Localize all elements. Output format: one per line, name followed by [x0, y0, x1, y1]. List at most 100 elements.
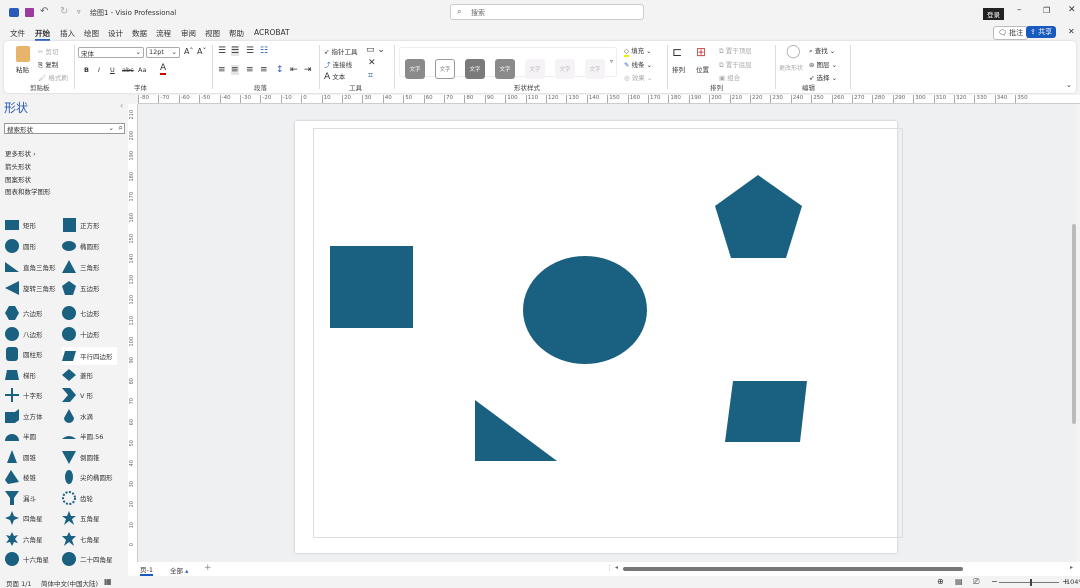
align-top-icon[interactable]: ☰	[218, 46, 226, 56]
shape-item[interactable]: 六边形	[5, 306, 43, 320]
zoom-slider[interactable]	[999, 579, 1059, 586]
strikethrough-button[interactable]: abc	[122, 66, 134, 74]
effects-button[interactable]: ◎ 效果 ⌄	[624, 72, 652, 82]
format-painter-button[interactable]: 🖌 格式刷	[38, 72, 68, 82]
shape-item[interactable]: 平行四边形	[62, 347, 117, 365]
shape-item[interactable]: 四角星	[5, 511, 43, 525]
paste-icon[interactable]	[16, 46, 30, 62]
parallelogram-shape[interactable]	[725, 381, 807, 442]
fill-button[interactable]: ◇ 填充 ⌄	[624, 45, 652, 57]
stencil-charts-math[interactable]: 图表和数学图形	[5, 186, 51, 196]
horizontal-ruler[interactable]: -80 -70 -60 -50 -40 -30 -20 -10 0 10 20 30 40 50 60 70 8…	[138, 95, 1080, 104]
shape-item[interactable]: 椭圆形	[62, 239, 100, 253]
shape-item[interactable]: 五角星	[62, 511, 100, 525]
position-icon[interactable]: ⊞	[696, 45, 706, 59]
drawing-canvas[interactable]	[138, 104, 1076, 562]
style-option[interactable]: 文字	[435, 59, 455, 79]
send-to-back-button[interactable]: ⧉ 置于底层	[719, 59, 752, 70]
shape-item[interactable]: 倒圆锥	[62, 450, 100, 464]
shape-item[interactable]: 半圆.56	[62, 429, 103, 443]
grow-font-button[interactable]: Aˆ	[184, 47, 193, 56]
justify-icon[interactable]: ≡	[260, 65, 268, 75]
shape-item[interactable]: 菱形	[62, 368, 93, 382]
shape-item[interactable]: 七角星	[62, 532, 100, 546]
shape-item[interactable]: 二十四角星	[62, 552, 113, 566]
shape-item[interactable]: 直角三角形	[5, 260, 56, 274]
search-icon[interactable]: ⌕	[119, 123, 123, 133]
find-button[interactable]: ⌕ 查找 ⌄	[809, 45, 835, 56]
tab-design[interactable]: 设计	[108, 28, 123, 39]
shape-item[interactable]: 半圆	[5, 429, 36, 443]
tab-insert[interactable]: 插入	[60, 28, 75, 39]
shape-item[interactable]: 立方体	[5, 409, 43, 423]
align-shapes-button[interactable]: 排列	[672, 64, 685, 74]
align-bottom-icon[interactable]: ☰	[246, 46, 254, 56]
expand-ribbon-icon[interactable]: ⌄	[1066, 81, 1072, 89]
style-option[interactable]: 文字	[465, 59, 485, 79]
align-center-icon[interactable]: ≡	[231, 65, 239, 75]
add-page-button[interactable]: +	[204, 563, 212, 573]
shape-item[interactable]: 十边形	[62, 327, 100, 341]
restore-button[interactable]: ❐	[1043, 6, 1050, 15]
shape-item[interactable]: 正方形	[62, 218, 100, 232]
tab-view[interactable]: 视图	[205, 28, 220, 39]
position-button[interactable]: 位置	[696, 64, 709, 74]
cut-button[interactable]: ✂ 剪切	[38, 46, 59, 56]
tab-review[interactable]: 审阅	[181, 28, 196, 39]
square-shape[interactable]	[330, 246, 413, 328]
shape-item[interactable]: 三角形	[62, 260, 100, 274]
page-tab[interactable]: 页-1	[140, 564, 153, 576]
zoom-out-button[interactable]: −	[991, 577, 998, 586]
shape-item[interactable]: V 形	[62, 388, 93, 402]
shape-item[interactable]: 圆柱形	[5, 347, 43, 361]
gallery-more-icon[interactable]: ▿	[610, 58, 613, 65]
shape-item[interactable]: 水滴	[62, 409, 93, 423]
stencil-arrows[interactable]: 箭头形状	[5, 161, 31, 171]
shape-item[interactable]: 八边形	[5, 327, 43, 341]
more-shapes-button[interactable]: 更多形状 ›	[5, 148, 36, 158]
shrink-font-button[interactable]: Aˇ	[197, 47, 206, 56]
change-shape-icon[interactable]: ◯	[786, 44, 801, 59]
bold-button[interactable]: B	[84, 66, 89, 74]
close-ribbon-icon[interactable]: ✕	[1068, 27, 1075, 36]
font-size-select[interactable]: 12pt ⌄	[146, 47, 180, 58]
shape-item[interactable]: 旋转三角形	[5, 281, 56, 295]
connection-point-icon[interactable]: ⌗	[368, 71, 373, 81]
tab-home[interactable]: 开始	[35, 28, 50, 41]
style-option[interactable]: 文字	[555, 59, 575, 79]
align-right-icon[interactable]: ≡	[246, 65, 254, 75]
comment-button[interactable]: 🗨 批注	[993, 26, 1029, 40]
fit-page-icon[interactable]: ⊕	[937, 577, 944, 586]
save-icon[interactable]	[25, 8, 34, 17]
splitter-handle[interactable]: ⋮	[606, 564, 613, 572]
style-option[interactable]: 文字	[525, 59, 545, 79]
change-shape-button[interactable]: 更改形状	[779, 63, 803, 72]
collapse-panel-icon[interactable]: ‹	[120, 101, 123, 110]
style-option[interactable]: 文字	[585, 59, 605, 79]
all-pages-tab[interactable]: 全部 ▴	[170, 565, 188, 575]
presentation-mode-icon[interactable]: ⎚	[973, 577, 979, 587]
scroll-right-icon[interactable]: ▸	[1070, 564, 1073, 571]
vertical-scrollbar[interactable]	[1072, 224, 1076, 424]
select-button[interactable]: ➶ 选择 ⌄	[809, 72, 837, 82]
shape-item[interactable]: 五边形	[62, 281, 100, 295]
undo-icon[interactable]: ↶	[40, 6, 48, 17]
horizontal-scrollbar[interactable]	[623, 567, 963, 571]
underline-button[interactable]: U	[110, 66, 115, 74]
rectangle-tool-icon[interactable]: ▭ ⌄	[366, 45, 385, 55]
chevron-down-icon[interactable]: ⌄	[109, 124, 114, 132]
decrease-indent-icon[interactable]: ⇤	[290, 65, 298, 75]
font-color-button[interactable]: A	[160, 63, 167, 75]
ellipse-shape[interactable]	[523, 256, 647, 364]
shape-item[interactable]: 六角星	[5, 532, 43, 546]
align-middle-icon[interactable]: ☰	[231, 46, 240, 56]
bring-to-front-button[interactable]: ⧉ 置于顶层	[719, 45, 752, 56]
style-option[interactable]: 文字	[495, 59, 515, 79]
tab-data[interactable]: 数据	[132, 28, 147, 39]
close-button[interactable]: ✕	[1068, 5, 1076, 15]
stencil-patterns[interactable]: 图案形状	[5, 174, 31, 184]
text-direction-icon[interactable]: ↕	[276, 65, 284, 75]
shape-item[interactable]: 十六角星	[5, 552, 49, 566]
search-box[interactable]: ⌕ 搜索	[450, 4, 644, 20]
shape-item[interactable]: 棱锥	[5, 470, 36, 484]
